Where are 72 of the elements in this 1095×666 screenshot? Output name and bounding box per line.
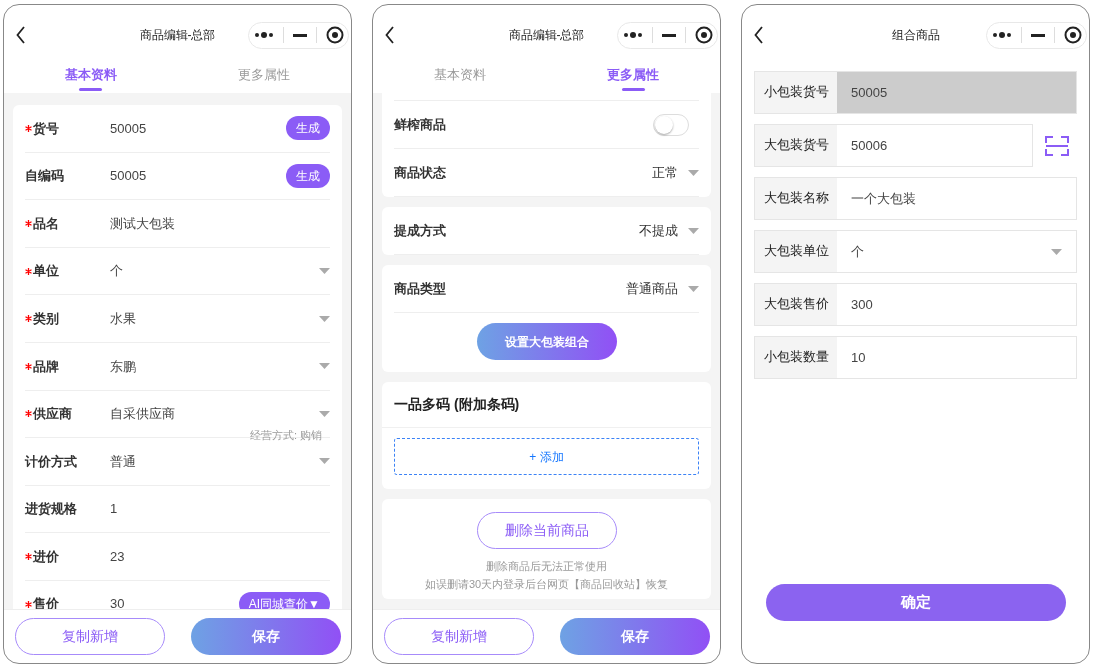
field-note: 经营方式: 购销: [249, 427, 322, 443]
caret-icon: [688, 169, 699, 176]
caret-icon: [319, 315, 330, 322]
confirm-button[interactable]: 确定: [765, 584, 1066, 621]
caret-icon: [319, 268, 330, 275]
caret-icon: [319, 363, 330, 370]
field-value: 个: [110, 262, 124, 281]
minimize-icon[interactable]: [292, 33, 307, 37]
add-button[interactable]: + 添加: [394, 438, 699, 475]
caret-icon: [319, 410, 330, 417]
field-label: 供应商: [33, 405, 72, 424]
tab[interactable]: 基本资料: [4, 65, 178, 93]
caret-icon: [688, 227, 699, 234]
field-value: 23: [110, 547, 126, 566]
field-value: 普通: [110, 452, 137, 471]
field-label: 品名: [33, 214, 59, 233]
field-value: 30: [110, 595, 126, 609]
action-button[interactable]: 生成: [286, 163, 330, 188]
more-icon[interactable]: [622, 32, 643, 38]
field-label: 单位: [33, 262, 59, 281]
field-label: 进价: [33, 547, 59, 566]
field-label: 品牌: [33, 357, 59, 376]
back-icon[interactable]: [16, 26, 26, 44]
back-icon[interactable]: [754, 26, 764, 44]
field-value: 50005: [110, 167, 148, 186]
field-label: 类别: [33, 309, 59, 328]
field-label: 进货规格: [25, 500, 77, 519]
field-label: 商品类型: [394, 279, 447, 298]
section-heading: 一品多码 (附加条码): [382, 382, 711, 428]
field-value: 50005: [110, 119, 148, 138]
close-icon[interactable]: [325, 26, 344, 44]
back-icon[interactable]: [385, 26, 395, 44]
field-value: 水果: [110, 309, 137, 328]
toggle-switch[interactable]: [653, 113, 689, 136]
close-icon[interactable]: [694, 26, 713, 44]
field-label: 自编码: [25, 167, 64, 186]
minimize-icon[interactable]: [661, 33, 676, 37]
minimize-icon[interactable]: [1030, 33, 1045, 37]
caret-icon: [688, 285, 699, 292]
set-bundle-button[interactable]: 设置大包装组合: [476, 323, 617, 360]
field-label: 货号: [33, 119, 59, 138]
field-value: 1: [110, 500, 119, 519]
save-button[interactable]: 保存: [559, 618, 710, 655]
scan-icon[interactable]: [1045, 134, 1069, 157]
field-value: 自采供应商: [110, 405, 176, 424]
field-label: 提成方式: [394, 221, 447, 240]
tab[interactable]: 基本资料: [373, 65, 547, 93]
page-title: 商品编辑-总部: [139, 27, 216, 44]
field-label: 鲜榨商品: [394, 115, 447, 134]
delete-button[interactable]: 删除当前商品: [476, 512, 617, 549]
hint-text: 如误删请30天内登录后台网页【商品回收站】恢复: [424, 577, 669, 592]
hint-text: 删除商品后无法正常使用: [486, 559, 607, 574]
field-value: 普通商品: [626, 279, 678, 298]
page-title: 商品编辑-总部: [508, 27, 585, 44]
tab[interactable]: 更多属性: [177, 65, 351, 93]
field-value: 测试大包装: [110, 214, 176, 233]
copy-new-button[interactable]: 复制新增: [383, 618, 534, 655]
caret-icon: [319, 458, 330, 465]
field-value: 东鹏: [110, 357, 137, 376]
field-value: 不提成: [639, 221, 678, 240]
more-icon[interactable]: [991, 32, 1012, 38]
action-button[interactable]: 生成: [286, 116, 330, 141]
action-button[interactable]: AI同城查价▼: [238, 592, 330, 609]
field-label: 计价方式: [25, 452, 77, 471]
tab[interactable]: 更多属性: [546, 65, 720, 93]
page-title: 组合商品: [891, 27, 940, 44]
close-icon[interactable]: [1063, 26, 1082, 44]
save-button[interactable]: 保存: [190, 618, 341, 655]
more-icon[interactable]: [253, 32, 274, 38]
field-value: 正常: [652, 163, 678, 182]
field-label: 商品状态: [394, 163, 447, 182]
copy-new-button[interactable]: 复制新增: [14, 618, 165, 655]
